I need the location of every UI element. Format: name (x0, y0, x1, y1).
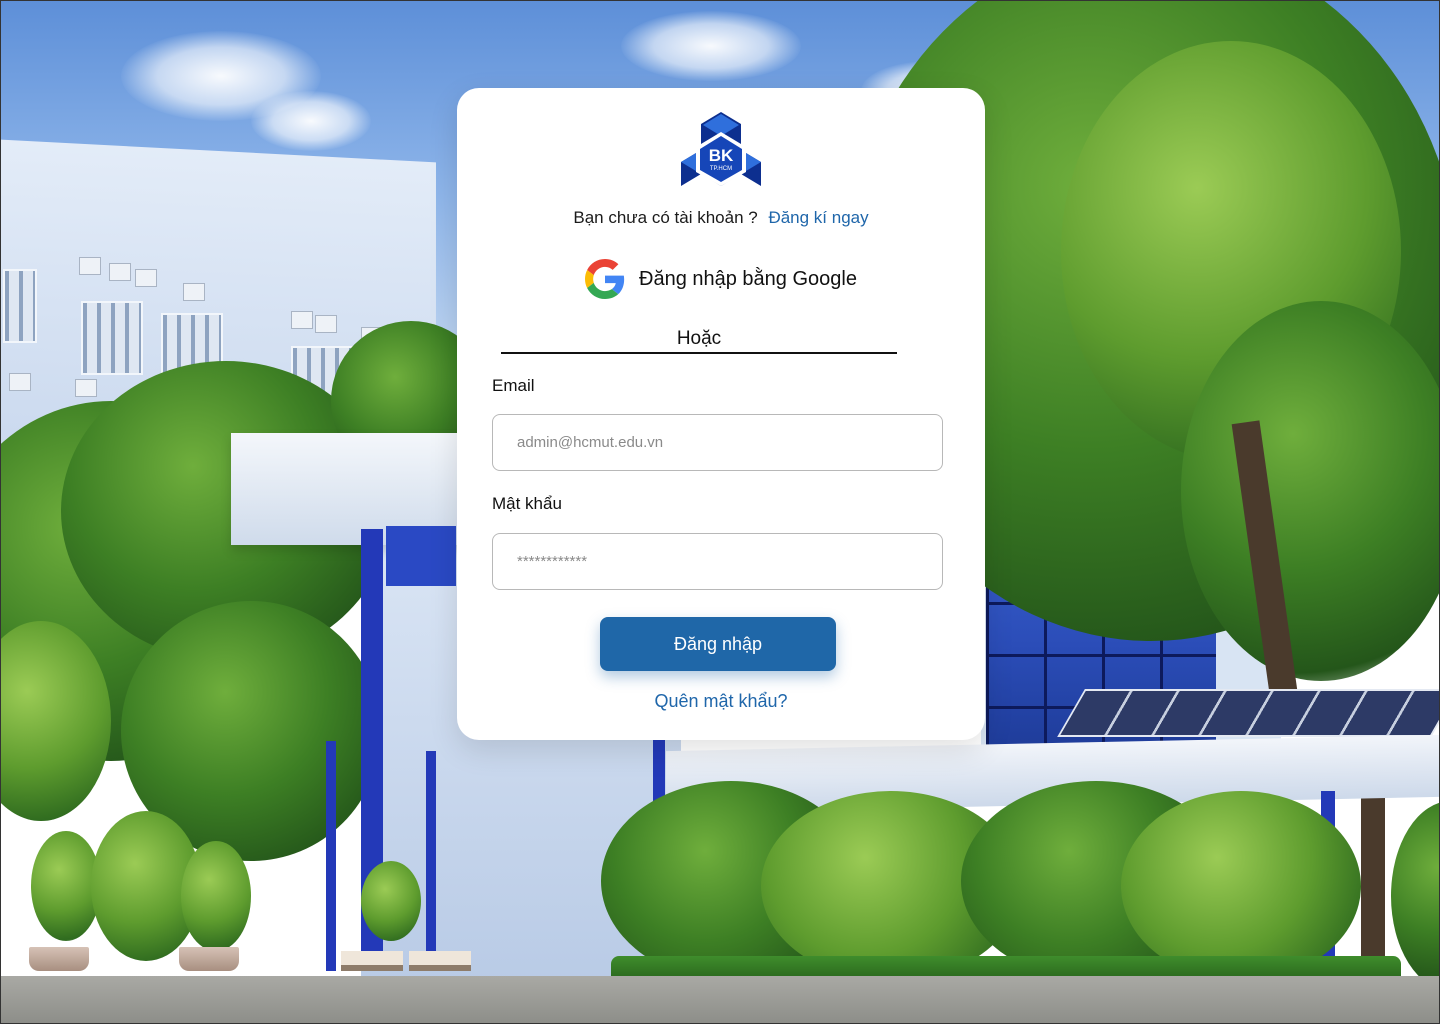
google-login-button[interactable]: Đăng nhập bằng Google (565, 256, 877, 302)
email-label: Email (492, 376, 535, 395)
login-button[interactable]: Đăng nhập (600, 617, 836, 671)
login-page: BK TP.HCM Bạn chưa có tài khoản ? Đăng k… (0, 0, 1440, 1024)
google-icon (585, 259, 625, 299)
password-field[interactable] (492, 533, 943, 590)
bk-logo: BK TP.HCM (681, 112, 761, 186)
or-divider: Hoặc (501, 326, 897, 354)
logo-text: BK (709, 146, 734, 165)
signup-link[interactable]: Đăng kí ngay (768, 208, 868, 227)
or-divider-label: Hoặc (676, 328, 722, 349)
email-field[interactable] (492, 414, 943, 471)
divider-line (501, 352, 897, 354)
logo-subtext: TP.HCM (710, 166, 732, 172)
signup-question: Bạn chưa có tài khoản ? (573, 208, 758, 227)
signup-prompt: Bạn chưa có tài khoản ? Đăng kí ngay (457, 208, 985, 228)
google-login-label: Đăng nhập bằng Google (639, 267, 857, 290)
password-label: Mật khẩu (492, 494, 562, 513)
forgot-password-link[interactable]: Quên mật khẩu? (457, 691, 985, 712)
login-card: BK TP.HCM Bạn chưa có tài khoản ? Đăng k… (457, 88, 985, 740)
